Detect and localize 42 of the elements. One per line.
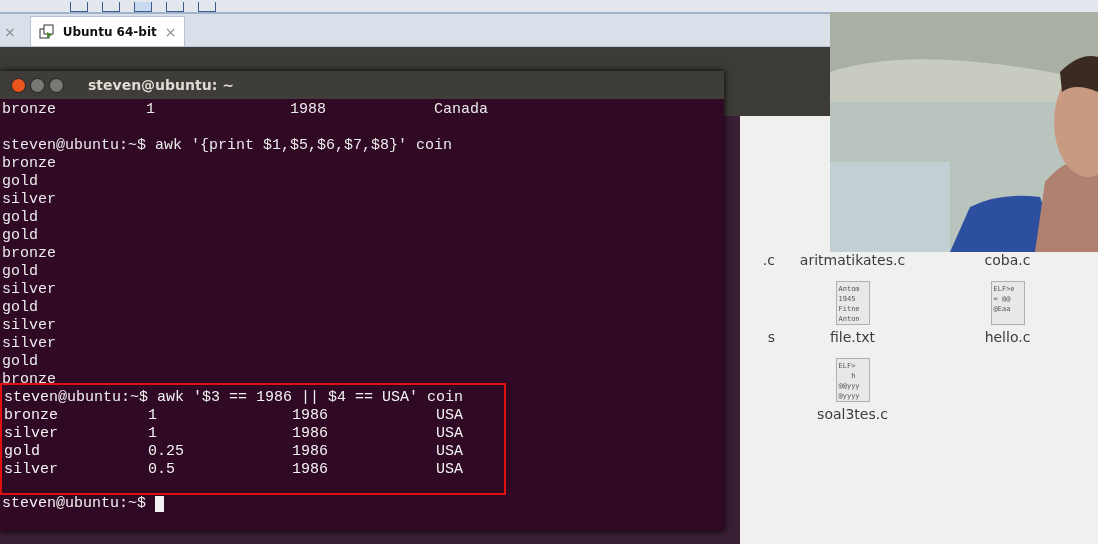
file-name[interactable]: coba.c <box>984 252 1031 268</box>
file-name[interactable]: .c <box>762 252 775 268</box>
toolbar-icon[interactable] <box>102 2 120 12</box>
terminal-line: gold <box>2 263 39 281</box>
terminal-line: gold <box>2 353 39 371</box>
maximize-icon[interactable] <box>49 77 64 93</box>
terminal-line: silver <box>2 191 57 209</box>
terminal-line: bronze <box>2 155 57 173</box>
terminal-line: gold <box>2 209 39 227</box>
terminal-line: silver <box>2 335 57 353</box>
terminal-line: steven@ubuntu:~$ awk '$3 == 1986 || $4 == USA' coin <box>4 389 465 407</box>
terminal-line: silver <box>2 317 57 335</box>
terminal-line: bronze 1 1988 Canada <box>2 101 490 119</box>
terminal-line: bronze <box>2 371 57 389</box>
toolbar-icon[interactable] <box>166 2 184 12</box>
terminal-line: gold <box>2 173 39 191</box>
window-title: steven@ubuntu: ~ <box>88 77 234 93</box>
toolbar-icon[interactable] <box>134 2 152 12</box>
close-icon[interactable] <box>11 77 26 93</box>
file-name[interactable]: file.txt <box>829 329 875 345</box>
toolbar-icon[interactable] <box>198 2 216 12</box>
terminal-line: gold <box>2 299 39 317</box>
terminal-line: bronze 1 1986 USA <box>4 407 465 425</box>
tab[interactable]: Ubuntu 64-bit × <box>29 16 186 46</box>
terminal-line: bronze <box>2 245 57 263</box>
file-name[interactable]: hello.c <box>984 329 1031 345</box>
terminal-line: silver 1 1986 USA <box>4 425 465 443</box>
close-icon[interactable]: × <box>164 23 177 40</box>
file-name[interactable]: soal3tes.c <box>817 406 888 422</box>
file-name[interactable]: s <box>767 329 775 345</box>
terminal-prompt: steven@ubuntu:~$ <box>2 495 147 513</box>
toolbar-icon[interactable] <box>70 2 88 12</box>
file-name[interactable]: aritmatikates.c <box>799 252 906 268</box>
terminal-line: steven@ubuntu:~$ awk '{print $1,$5,$6,$7,$8}' coin <box>2 137 454 155</box>
minimize-icon[interactable] <box>30 77 45 93</box>
terminal-line: gold <box>2 227 39 245</box>
terminal-line: gold 0.25 1986 USA <box>4 443 465 461</box>
tab-label: Ubuntu 64-bit <box>62 24 157 39</box>
terminal-line: silver 0.5 1986 USA <box>4 461 465 479</box>
vm-icon <box>38 23 55 40</box>
terminal-line: silver <box>2 281 57 299</box>
text-cursor <box>155 496 165 512</box>
